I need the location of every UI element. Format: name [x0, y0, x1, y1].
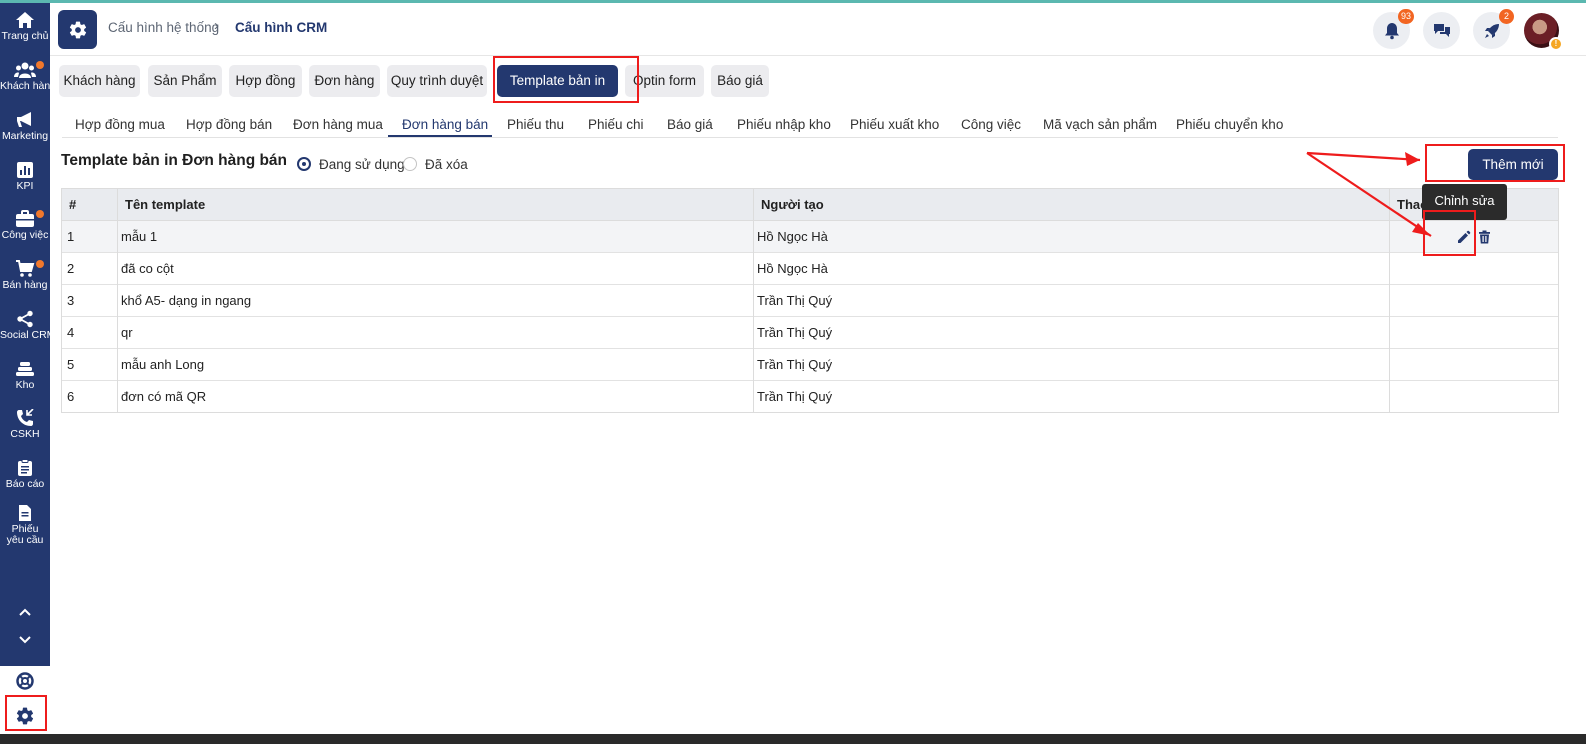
bottom-bar — [0, 734, 1586, 744]
annotation-arrowhead — [1405, 152, 1420, 166]
annotation-arrow — [1306, 152, 1432, 237]
annotation-arrow — [1306, 151, 1421, 162]
annotation-arrows — [1306, 151, 1432, 237]
